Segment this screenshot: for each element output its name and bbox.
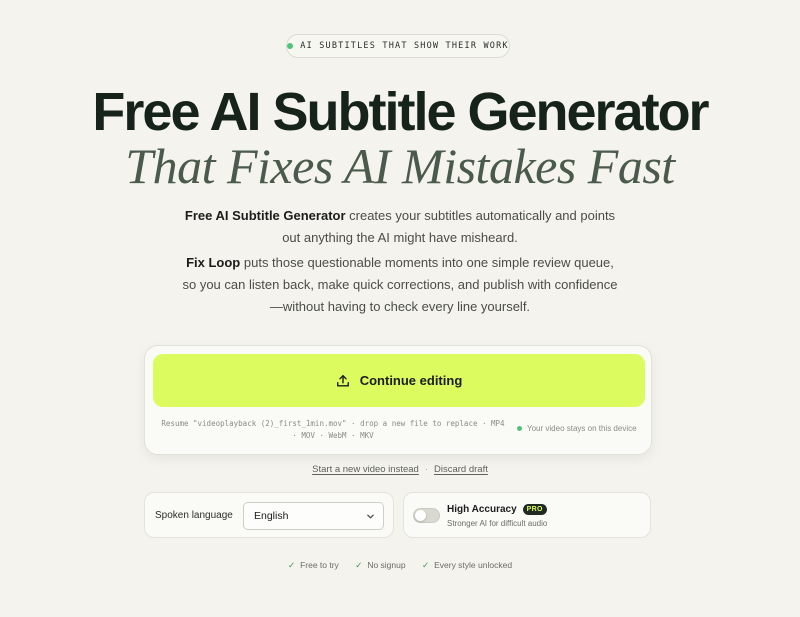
feature-list: ✓ Free to try ✓ No signup ✓ Every style unl… — [0, 560, 800, 571]
check-icon: ✓ — [287, 560, 296, 570]
discard-draft-link[interactable]: Discard draft — [434, 464, 488, 475]
description-2-bold: Fix Loop — [186, 255, 241, 270]
tagline-text: AI SUBTITLES THAT SHOW THEIR WORK — [300, 41, 509, 51]
check-icon: ✓ — [355, 560, 363, 570]
accuracy-title: High Accuracy — [447, 504, 517, 515]
description-paragraph-2: Fix Loop puts those questionable moments… — [180, 252, 620, 318]
resume-file-text: Resume "videoplayback (2)_first_1min.mov… — [161, 419, 505, 440]
language-select[interactable]: English — [243, 502, 384, 530]
toggle-knob — [415, 510, 426, 521]
chevron-down-icon — [367, 514, 374, 518]
links-separator: · — [424, 464, 428, 475]
description-paragraph-1: Free AI Subtitle Generator creates your … — [180, 205, 620, 249]
feature-item: ✓ No signup — [355, 560, 405, 570]
feature-item: ✓ Every style unlocked — [422, 560, 512, 570]
page-title: Free AI Subtitle Generator — [92, 82, 709, 142]
upload-card[interactable]: Continue editing Resume "videoplayback (… — [144, 345, 652, 455]
language-label: Spoken language — [155, 510, 233, 521]
description-1-bold: Free AI Subtitle Generator — [184, 208, 346, 223]
high-accuracy-toggle[interactable] — [413, 508, 440, 523]
pro-badge: PRO — [522, 504, 547, 515]
page-subtitle: That Fixes AI Mistakes Fast — [125, 138, 675, 194]
privacy-note: Your video stays on this device — [517, 424, 637, 433]
privacy-dot-icon — [517, 426, 522, 431]
accuracy-subtitle: Stronger AI for difficult audio — [447, 519, 548, 528]
description-2-text: puts those questionable moments into one… — [182, 255, 618, 314]
start-new-video-link[interactable]: Start a new video instead — [312, 464, 419, 475]
accuracy-title-row: High Accuracy PRO — [447, 504, 547, 515]
tagline-pill: AI SUBTITLES THAT SHOW THEIR WORK — [286, 34, 510, 58]
draft-links: Start a new video instead · Discard draft — [0, 464, 800, 475]
language-panel: Spoken language English — [144, 492, 394, 538]
continue-editing-label: Continue editing — [359, 373, 463, 388]
check-icon: ✓ — [421, 560, 430, 570]
upload-icon — [336, 374, 349, 387]
feature-text: Every style unlocked — [434, 560, 513, 570]
feature-text: No signup — [367, 560, 406, 570]
continue-editing-button[interactable]: Continue editing — [153, 354, 645, 407]
feature-text: Free to try — [300, 560, 339, 570]
accuracy-panel: High Accuracy PRO Stronger AI for diffic… — [403, 492, 651, 538]
feature-item: ✓ Free to try — [288, 560, 339, 570]
language-selected-value: English — [254, 510, 289, 522]
status-dot-icon — [287, 43, 294, 49]
privacy-note-text: Your video stays on this device — [527, 424, 637, 433]
